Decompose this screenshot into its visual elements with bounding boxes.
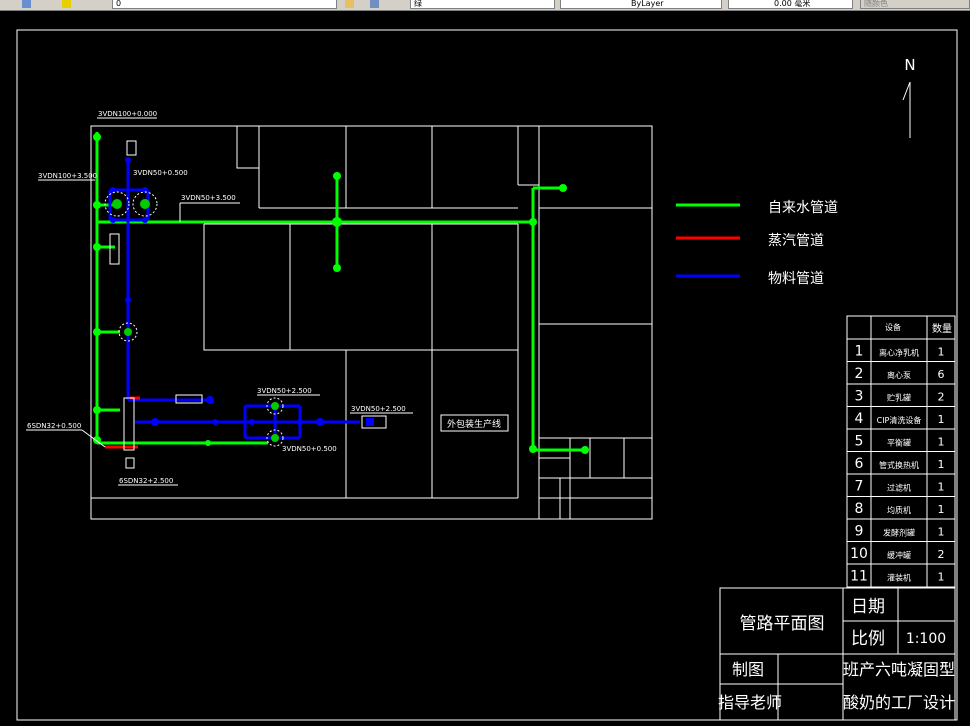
layer-dropdown[interactable]: 0 — [112, 0, 337, 9]
table-row-number: 1 — [855, 343, 864, 359]
table-row-qty: 1 — [938, 413, 945, 426]
pipe-label: 3VDN100+3.500 — [38, 172, 97, 180]
scale-label: 比例 — [851, 629, 885, 649]
advisor-label: 指导老师 — [718, 693, 782, 712]
plotstyle-dropdown[interactable]: 随颜色 — [860, 0, 970, 9]
table-row-qty: 2 — [938, 548, 945, 561]
table-row-equipment: 贮乳罐 — [887, 392, 911, 402]
title-block: 管路平面图 日期 比例 1:100 制图 指导老师 班产六吨凝固型 酸奶的工厂设… — [718, 587, 956, 721]
table-row-number: 7 — [855, 478, 864, 494]
table-row-qty: 1 — [938, 458, 945, 471]
table-row-number: 8 — [855, 501, 864, 517]
project-title-line2: 酸奶的工厂设计 — [843, 693, 955, 712]
legend-label: 蒸汽管道 — [768, 233, 824, 249]
pipe-label: 3VDN100+0.000 — [98, 110, 157, 118]
table-row-number: 3 — [855, 388, 864, 404]
table-row-qty: 1 — [938, 345, 945, 358]
pipe-label: 3VDN50+0.500 — [133, 169, 188, 177]
table-row-qty: 6 — [938, 368, 945, 381]
legend-label: 物料管道 — [768, 271, 824, 287]
table-row-number: 6 — [855, 456, 864, 472]
cip-symbol — [109, 233, 120, 265]
pipe-label: 6SDN32+2.500 — [119, 477, 173, 485]
make-current-icon[interactable] — [345, 0, 354, 8]
layer-bulb-icon[interactable] — [62, 0, 71, 8]
water-pipe-fittings — [93, 133, 589, 454]
pipe-label: 3VDN50+2.500 — [351, 405, 406, 413]
date-label: 日期 — [851, 597, 885, 617]
table-header-equipment: 设备 — [885, 322, 901, 332]
table-row-equipment: 平衡罐 — [887, 437, 911, 447]
table-row-qty: 1 — [938, 570, 945, 583]
water-pipes — [95, 132, 585, 452]
svg-text:N: N — [904, 56, 915, 74]
properties-toolbar: 0 绿 ByLayer 0.00 毫米 随颜色 — [0, 0, 970, 11]
table-row-qty: 1 — [938, 480, 945, 493]
north-arrow: N — [902, 56, 916, 138]
layer-previous-icon[interactable] — [370, 0, 379, 8]
drawn-by-label: 制图 — [732, 660, 764, 679]
homogenizer-fill — [366, 418, 374, 426]
table-row-number: 4 — [855, 411, 864, 427]
layer-state-icon[interactable] — [22, 0, 31, 8]
table-row-qty: 2 — [938, 390, 945, 403]
table-row-equipment: 灌装机 — [887, 572, 911, 582]
scale-value: 1:100 — [906, 631, 946, 647]
drawing-canvas[interactable]: 3VDN100+0.000 3VDN100+3.500 3VDN50+0.500… — [0, 11, 970, 726]
table-row-equipment: 离心泵 — [887, 370, 911, 380]
table-row-qty: 1 — [938, 525, 945, 538]
table-row-equipment: 管式换热机 — [879, 460, 919, 470]
building-outline — [90, 125, 653, 520]
packaging-line-label: 外包装生产线 — [447, 418, 501, 430]
lineweight-dropdown[interactable]: 0.00 毫米 — [728, 0, 853, 9]
table-row-number: 11 — [850, 568, 868, 584]
table-row-qty: 1 — [938, 435, 945, 448]
table-row-qty: 1 — [938, 503, 945, 516]
table-row-number: 10 — [850, 546, 868, 562]
steam-pipe — [105, 396, 140, 449]
pipe-label: 6SDN32+0.500 — [27, 422, 81, 430]
table-row-number: 9 — [855, 523, 864, 539]
table-row-equipment: 离心净乳机 — [879, 347, 919, 357]
equipment-table: 1 离心净乳机 1 2 离心泵 6 3 贮乳罐 2 4 CIP清洗设备 1 5 平衡罐 1 6 管式换热机 1 7 过… — [846, 315, 956, 588]
table-row-equipment: 发酵剂罐 — [883, 527, 915, 537]
color-dropdown[interactable]: 绿 — [410, 0, 555, 9]
linetype-dropdown[interactable]: ByLayer — [560, 0, 722, 9]
legend: 自来水管道 蒸汽管道 物料管道 — [676, 200, 838, 287]
table-row-equipment: CIP清洗设备 — [877, 415, 922, 425]
table-row-number: 5 — [855, 433, 864, 449]
pipe-label: 3VDN50+2.500 — [257, 387, 312, 395]
table-row-equipment: 缓冲罐 — [887, 550, 911, 560]
table-row-equipment: 均质机 — [887, 505, 911, 515]
project-title-line1: 班产六吨凝固型 — [843, 660, 955, 679]
table-row-number: 2 — [855, 366, 864, 382]
legend-label: 自来水管道 — [768, 200, 838, 216]
pipe-label: 3VDN50+3.500 — [181, 194, 236, 202]
table-header-qty: 数量 — [932, 322, 952, 335]
table-row-equipment: 过滤机 — [887, 482, 911, 492]
pipe-label: 3VDN50+0.500 — [282, 445, 337, 453]
separator-symbol — [126, 140, 137, 156]
drawing-name: 管路平面图 — [740, 614, 825, 634]
